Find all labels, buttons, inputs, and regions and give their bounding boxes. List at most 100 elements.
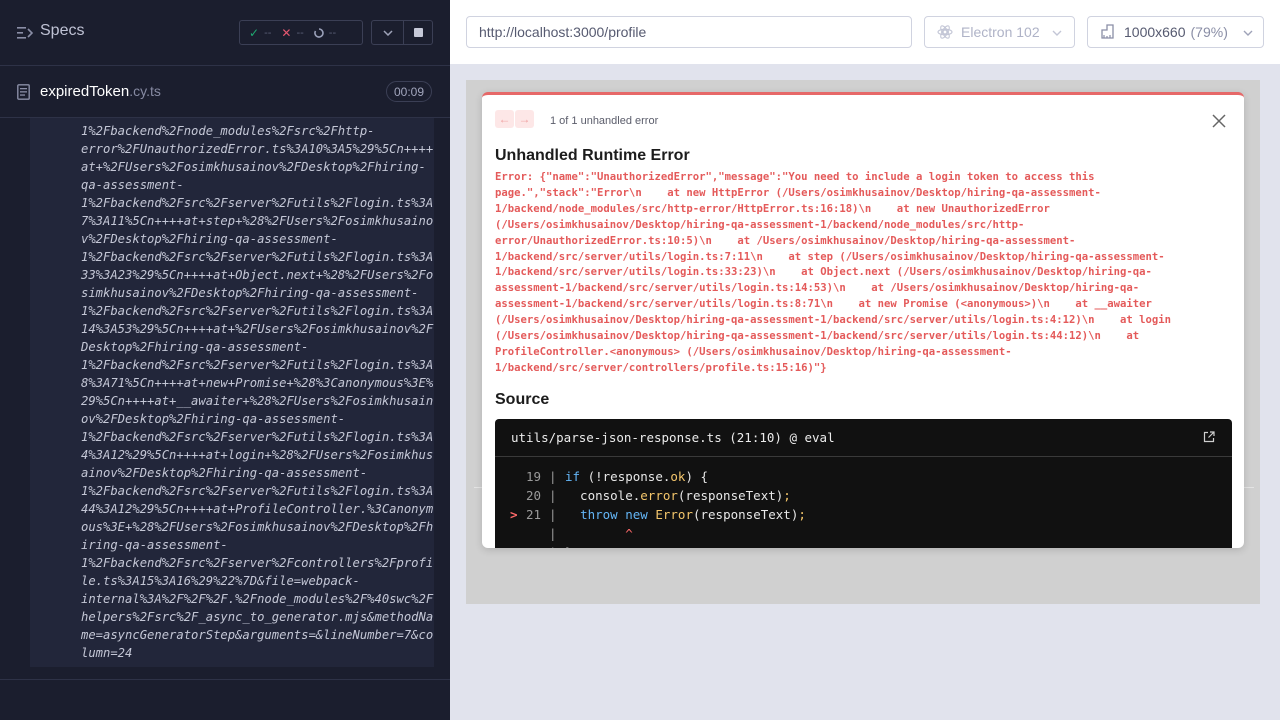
log-line: 33%3A23%29%5Cn++++at+Object.next+%28%2FU… bbox=[81, 268, 434, 282]
source-code-lines: 19 | if (!response.ok) { 20 | console.error(… bbox=[495, 467, 1232, 548]
spec-file-row[interactable]: expiredToken.cy.ts 00:09 bbox=[0, 66, 450, 118]
error-message-line: assessment-1/backend/src/server/utils/lo… bbox=[495, 282, 1140, 295]
divider bbox=[0, 679, 450, 680]
error-message-line: (/Users/osimkhusainov/Desktop/hiring-qa-… bbox=[495, 330, 1140, 343]
spec-file-ext: .cy.ts bbox=[129, 83, 161, 99]
unhandled-error-overlay: ← → 1 of 1 unhandled error Unhandled Run… bbox=[482, 92, 1244, 548]
source-file-header: utils/parse-json-response.ts (21:10) @ e… bbox=[495, 419, 1232, 457]
log-line: ov%2FDesktop%2Fhiring-qa-assessment- bbox=[81, 412, 346, 426]
chevron-down-icon bbox=[1243, 30, 1253, 36]
arrow-right-icon: → bbox=[518, 112, 531, 126]
error-log-text: 1%2Fbackend%2Fnode_modules%2Fsrc%2Fhttp-… bbox=[81, 122, 434, 662]
error-message-line: 1/backend/src/server/controllers/profile… bbox=[495, 361, 827, 374]
log-line: 14%3A53%29%5Cn++++at+%2FUsers%2Fosimkhus… bbox=[81, 322, 434, 336]
electron-browser-icon bbox=[937, 25, 953, 39]
log-line: qa-assessment- bbox=[81, 178, 184, 192]
line-number: 22 bbox=[525, 543, 541, 548]
error-message: Error: {"name":"UnauthorizedError","mess… bbox=[495, 170, 1235, 377]
pending-count: -- bbox=[328, 26, 337, 39]
failed-count: -- bbox=[296, 26, 304, 39]
code-text: if (!response.ok) { bbox=[565, 469, 709, 484]
test-stats: ✓ -- ✕ -- -- bbox=[239, 20, 363, 45]
specs-header: Specs ✓ -- ✕ -- -- bbox=[0, 0, 450, 66]
chevron-down-icon bbox=[382, 29, 393, 36]
code-line: 20 | console.error(responseText); bbox=[495, 486, 1232, 505]
log-line: me=asyncGeneratorStep&arguments=&lineNum… bbox=[81, 628, 434, 642]
error-title: Unhandled Runtime Error bbox=[495, 147, 690, 164]
url-bar[interactable]: http://localhost:3000/profile bbox=[466, 16, 912, 48]
log-line: ainov%2FDesktop%2Fhiring-qa-assessment- bbox=[81, 466, 368, 480]
error-message-line: assessment-1/backend/src/server/utils/lo… bbox=[495, 298, 1152, 311]
gutter-pipe: | bbox=[549, 526, 557, 541]
error-message-line: page.","stack":"Error\n at new HttpError… bbox=[495, 186, 1101, 199]
error-message-line: (/Users/osimkhusainov/Desktop/hiring-qa-… bbox=[495, 314, 1172, 327]
code-text: } bbox=[565, 543, 573, 548]
spec-file-basename: expiredToken bbox=[40, 83, 130, 100]
code-line: 22 |} bbox=[495, 543, 1232, 548]
log-line: Desktop%2Fhiring-qa-assessment- bbox=[81, 340, 309, 354]
log-line: 1%2Fbackend%2Fsrc%2Fserver%2Futils%2Flog… bbox=[81, 430, 434, 444]
spec-file-name: expiredToken.cy.ts bbox=[40, 83, 161, 100]
log-line: iring-qa-assessment- bbox=[81, 538, 228, 552]
run-duration: 00:09 bbox=[386, 81, 432, 102]
log-line: error%2FUnauthorizedError.ts%3A10%3A5%29… bbox=[81, 142, 434, 156]
error-message-line: error/UnauthorizedError.ts:10:5)\n at /U… bbox=[495, 234, 1076, 247]
gutter-pipe: | bbox=[549, 507, 557, 522]
zoom-level: (79%) bbox=[1190, 24, 1228, 40]
passed-stat: ✓ -- bbox=[249, 26, 271, 40]
stop-button[interactable] bbox=[403, 20, 433, 45]
specs-list-icon[interactable] bbox=[17, 26, 33, 40]
gutter-pipe: | bbox=[549, 469, 557, 484]
log-line: 1%2Fbackend%2Fsrc%2Fserver%2Futils%2Flog… bbox=[81, 484, 434, 498]
toggle-auto-scroll-button[interactable] bbox=[371, 20, 404, 45]
line-marker: > bbox=[510, 507, 518, 522]
highlighted-code-line: >21 | throw new Error(responseText); bbox=[495, 505, 1232, 524]
specs-title[interactable]: Specs bbox=[40, 22, 84, 40]
source-file-name[interactable]: utils/parse-json-response.ts (21:10) @ e… bbox=[511, 430, 835, 445]
close-icon[interactable] bbox=[1212, 114, 1226, 128]
error-pagination: ← → bbox=[495, 110, 534, 128]
code-line: 19 | if (!response.ok) { bbox=[495, 467, 1232, 486]
command-log-error[interactable]: 1%2Fbackend%2Fnode_modules%2Fsrc%2Fhttp-… bbox=[30, 118, 434, 667]
chevron-down-icon bbox=[1052, 30, 1062, 36]
gutter-pipe: | bbox=[549, 543, 557, 548]
arrow-left-icon: ← bbox=[498, 112, 511, 126]
log-line: lumn=24 bbox=[81, 646, 133, 660]
log-line: 7%3A11%5Cn++++at+step+%28%2FUsers%2Fosim… bbox=[81, 214, 434, 228]
log-line: v%2FDesktop%2Fhiring-qa-assessment- bbox=[81, 232, 338, 246]
document-icon bbox=[17, 84, 30, 100]
code-line: | ^ bbox=[495, 524, 1232, 543]
log-line: simkhusainov%2FDesktop%2Fhiring-qa-asses… bbox=[81, 286, 419, 300]
aut-header: http://localhost:3000/profile Electron 1… bbox=[450, 0, 1280, 64]
line-number: 20 bbox=[525, 488, 541, 503]
pending-spinner-icon bbox=[313, 27, 324, 38]
log-line: 4%3A12%29%5Cn++++at+login+%28%2FUsers%2F… bbox=[81, 448, 434, 462]
external-link-icon[interactable] bbox=[1203, 431, 1215, 443]
log-line: 1%2Fbackend%2Fsrc%2Fserver%2Futils%2Flog… bbox=[81, 304, 434, 318]
failed-stat: ✕ -- bbox=[281, 26, 303, 40]
stop-icon bbox=[413, 28, 423, 37]
line-number: 19 bbox=[525, 469, 541, 484]
source-code-frame: utils/parse-json-response.ts (21:10) @ e… bbox=[495, 419, 1232, 548]
log-line: at+%2FUsers%2Fosimkhusainov%2FDesktop%2F… bbox=[81, 160, 426, 174]
log-line: 1%2Fbackend%2Fnode_modules%2Fsrc%2Fhttp- bbox=[81, 124, 375, 138]
error-message-line: 1/backend/node_modules/src/http-error/Ht… bbox=[495, 202, 1050, 215]
pending-stat: -- bbox=[313, 26, 337, 39]
log-line: helpers%2Fsrc%2F_async_to_generator.mjs&… bbox=[81, 610, 434, 624]
log-line: 1%2Fbackend%2Fsrc%2Fserver%2Futils%2Flog… bbox=[81, 250, 434, 264]
log-line: 1%2Fbackend%2Fsrc%2Fserver%2Futils%2Flog… bbox=[81, 196, 434, 210]
viewport-size: 1000x660 bbox=[1124, 24, 1186, 40]
browser-selector[interactable]: Electron 102 bbox=[924, 16, 1075, 48]
error-message-line: ProfileController.<anonymous> (/Users/os… bbox=[495, 345, 1012, 358]
log-line: le.ts%3A15%3A16%29%22%7D&file=webpack- bbox=[81, 574, 360, 588]
line-number: 21 bbox=[525, 507, 541, 522]
gutter-pipe: | bbox=[549, 488, 557, 503]
passed-count: -- bbox=[264, 26, 272, 39]
source-title: Source bbox=[495, 391, 550, 408]
code-text: console.error(responseText); bbox=[565, 488, 791, 503]
viewport-info[interactable]: 1000x660 (79%) bbox=[1087, 16, 1264, 48]
log-line: 1%2Fbackend%2Fsrc%2Fserver%2Futils%2Flog… bbox=[81, 358, 434, 372]
log-line: 1%2Fbackend%2Fsrc%2Fserver%2Fcontrollers… bbox=[81, 556, 434, 570]
next-error-button[interactable]: → bbox=[515, 110, 534, 128]
previous-error-button[interactable]: ← bbox=[495, 110, 514, 128]
